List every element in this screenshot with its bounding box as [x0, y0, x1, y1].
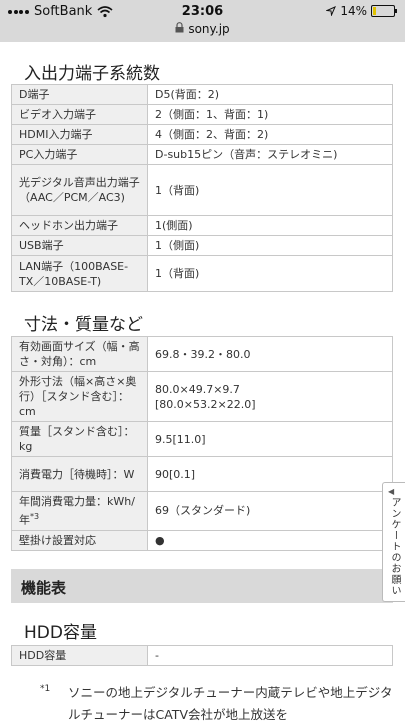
row-value: 1（背面)	[147, 164, 393, 216]
table-row: 消費電力［待機時］：W 90[0.1]	[11, 456, 393, 492]
survey-label: アンケートのお願い	[389, 497, 400, 596]
row-label: PC入力端子	[11, 144, 148, 165]
table-row: LAN端子（100BASE-TX／10BASE-T) 1（背面)	[11, 255, 393, 292]
size-heading: 寸法・質量など	[24, 315, 143, 335]
row-label: 壁掛け設置対応	[11, 529, 148, 551]
row-value: 90[0.1]	[147, 456, 393, 492]
row-label: USB端子	[11, 235, 148, 256]
row-label: LAN端子（100BASE-TX／10BASE-T)	[11, 255, 148, 292]
row-value-line: 80.0×49.7×9.7	[155, 382, 240, 396]
row-value: 9.5[11.0]	[147, 421, 393, 457]
row-label-cell: 年間消費電力量：kWh/年*3	[11, 491, 148, 531]
row-label: 年間消費電力量：kWh/年	[19, 495, 135, 527]
table-row: 年間消費電力量：kWh/年*3 69（スタンダード)	[11, 491, 393, 531]
expand-arrow-icon: ◀	[388, 487, 395, 496]
features-title: 機能表	[21, 579, 67, 597]
location-arrow-icon	[326, 6, 337, 16]
table-row: ビデオ入力端子 2（側面：1、背面：1)	[11, 104, 393, 125]
io-heading: 入出力端子系統数	[24, 64, 160, 84]
row-label: 質量［スタンド含む］：kg	[11, 421, 148, 457]
row-value: 1(側面)	[147, 215, 393, 236]
row-value: ●	[147, 529, 393, 551]
row-value: 69.8・39.2・80.0	[147, 336, 393, 372]
footnote-marker: *1	[40, 684, 51, 694]
battery-percent: 14%	[340, 4, 367, 18]
table-row: 光デジタル音声出力端子（AAC／PCM／AC3) 1（背面)	[11, 164, 393, 216]
address-bar[interactable]: sony.jp	[0, 22, 405, 36]
table-row: HDMI入力端子 4（側面：2、背面：2)	[11, 124, 393, 145]
table-row: 外形寸法（幅×高さ×奥行）［スタンド含む］：cm 80.0×49.7×9.7 [80…	[11, 371, 393, 422]
table-row: 壁掛け設置対応 ●	[11, 529, 393, 551]
row-label: D端子	[11, 84, 148, 105]
table-row: D端子 D5(背面：2)	[11, 84, 393, 105]
status-right: 14%	[326, 4, 397, 18]
row-label: 外形寸法（幅×高さ×奥行）［スタンド含む］：cm	[11, 371, 148, 422]
row-value: 1（側面)	[147, 235, 393, 256]
io-table: D端子 D5(背面：2) ビデオ入力端子 2（側面：1、背面：1) HDMI入力端子…	[11, 84, 393, 292]
table-row: 質量［スタンド含む］：kg 9.5[11.0]	[11, 421, 393, 457]
table-row: 有効画面サイズ（幅・高さ・対角）：cm 69.8・39.2・80.0	[11, 336, 393, 372]
url-text: sony.jp	[188, 22, 230, 36]
battery-icon	[371, 5, 397, 17]
lock-icon	[175, 22, 184, 33]
footnote-text: ソニーの地上デジタルチューナー内蔵テレビや地上デジタルチューナーはCATV会社が…	[68, 685, 393, 722]
survey-tab[interactable]: ◀ アンケートのお願い	[382, 482, 405, 602]
table-row: ヘッドホン出力端子 1(側面)	[11, 215, 393, 236]
size-table: 有効画面サイズ（幅・高さ・対角）：cm 69.8・39.2・80.0 外形寸法（幅…	[11, 336, 393, 551]
row-value: 2（側面：1、背面：1)	[147, 104, 393, 125]
row-label: HDD容量	[11, 645, 148, 666]
row-label: HDMI入力端子	[11, 124, 148, 145]
row-value-line: [80.0×53.2×22.0]	[155, 397, 256, 411]
row-label: 光デジタル音声出力端子（AAC／PCM／AC3)	[11, 164, 148, 216]
table-row: USB端子 1（側面)	[11, 235, 393, 256]
features-bar: 機能表	[11, 569, 393, 603]
hdd-heading: HDD容量	[24, 623, 97, 643]
row-label: 消費電力［待機時］：W	[11, 456, 148, 492]
row-value: 4（側面：2、背面：2)	[147, 124, 393, 145]
table-row: PC入力端子 D-sub15ピン（音声：ステレオミニ)	[11, 144, 393, 165]
row-value: 1（背面)	[147, 255, 393, 292]
row-label: ビデオ入力端子	[11, 104, 148, 125]
row-value: 69（スタンダード)	[147, 491, 393, 531]
table-row: HDD容量 -	[11, 645, 393, 666]
row-value: D-sub15ピン（音声：ステレオミニ)	[147, 144, 393, 165]
footnote-ref[interactable]: *3	[30, 512, 39, 521]
row-label: 有効画面サイズ（幅・高さ・対角）：cm	[11, 336, 148, 372]
row-value: 80.0×49.7×9.7 [80.0×53.2×22.0]	[147, 371, 393, 422]
hdd-table: HDD容量 -	[11, 645, 393, 666]
status-bar: SoftBank 23:06 14% sony.jp	[0, 0, 405, 42]
row-value: -	[147, 645, 393, 666]
row-label: ヘッドホン出力端子	[11, 215, 148, 236]
row-value: D5(背面：2)	[147, 84, 393, 105]
